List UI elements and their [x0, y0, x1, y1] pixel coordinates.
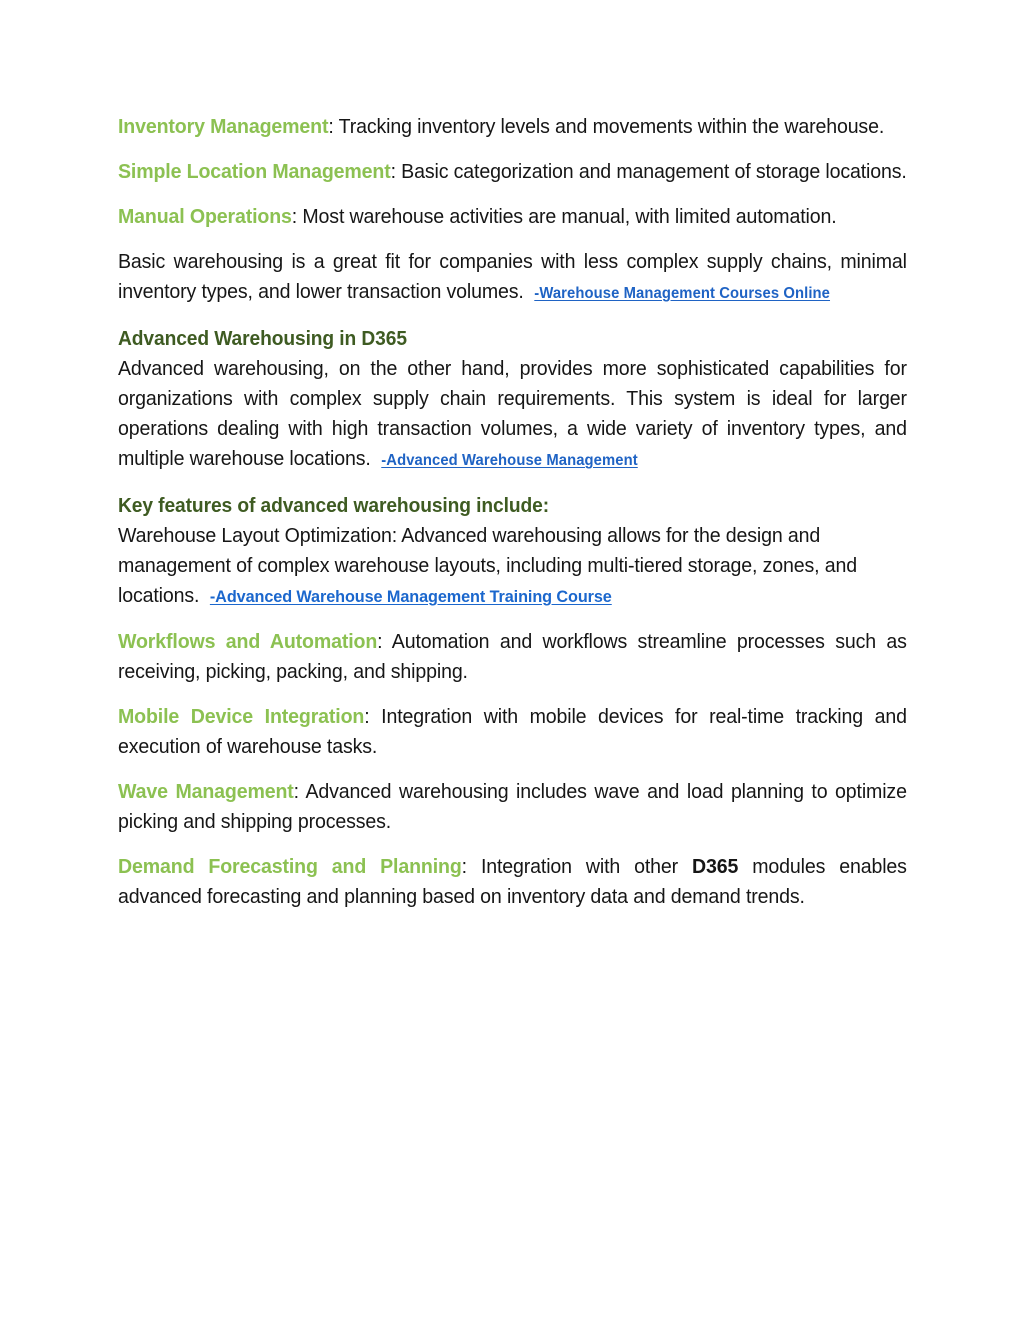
lead-in-inventory-management: Inventory Management — [118, 115, 329, 138]
lead-in-simple-location-management: Simple Location Management — [118, 160, 391, 183]
paragraph-manual-operations: Manual Operations: Most warehouse activi… — [118, 202, 907, 232]
link-advanced-warehouse-management[interactable]: -Advanced Warehouse Management — [381, 452, 637, 469]
separator-mobile-device-integration: : — [364, 705, 382, 728]
document-body: Inventory Management: Tracking inventory… — [118, 112, 907, 927]
spacer-before-link-advanced-warehouse-management — [371, 447, 382, 470]
paragraph-workflows-and-automation: Workflows and Automation: Automation and… — [118, 627, 907, 687]
heading-advanced-warehousing-in-d365: Advanced Warehousing in D365 — [118, 328, 407, 350]
separator-manual-operations: : — [291, 205, 303, 228]
spacer-before-link-training-course — [199, 584, 210, 607]
paragraph-advanced-warehousing-intro: Advanced warehousing, on the other hand,… — [118, 354, 907, 476]
body-demand-forecasting-before: Integration with other — [480, 855, 693, 878]
lead-in-mobile-device-integration: Mobile Device Integration — [118, 705, 365, 728]
body-manual-operations: Most warehouse activities are manual, wi… — [302, 205, 837, 228]
bold-term-d365: D365 — [692, 855, 739, 878]
heading-key-features: Key features of advanced warehousing inc… — [118, 495, 549, 517]
paragraph-simple-location-management: Simple Location Management: Basic catego… — [118, 157, 907, 187]
paragraph-demand-forecasting-and-planning: Demand Forecasting and Planning: Integra… — [118, 852, 907, 912]
separator-simple-location-management: : — [390, 160, 402, 183]
paragraph-mobile-device-integration: Mobile Device Integration: Integration w… — [118, 702, 907, 762]
separator-demand-forecasting-and-planning: : — [461, 855, 481, 878]
lead-in-manual-operations: Manual Operations — [118, 205, 292, 228]
paragraph-inventory-management: Inventory Management: Tracking inventory… — [118, 112, 907, 142]
spacer-before-link-warehouse-courses — [524, 280, 535, 303]
body-simple-location-management: Basic categorization and management of s… — [401, 160, 907, 183]
lead-in-wave-management: Wave Management — [118, 780, 294, 803]
lead-in-workflows-and-automation: Workflows and Automation — [118, 630, 378, 653]
separator-workflows-and-automation: : — [377, 630, 392, 653]
body-inventory-management: Tracking inventory levels and movements … — [338, 115, 885, 138]
paragraph-wave-management: Wave Management: Advanced warehousing in… — [118, 777, 907, 837]
paragraph-warehouse-layout-optimization: Warehouse Layout Optimization: Advanced … — [118, 521, 907, 612]
document-page: Inventory Management: Tracking inventory… — [0, 0, 1024, 1325]
lead-in-demand-forecasting-and-planning: Demand Forecasting and Planning — [118, 855, 462, 878]
paragraph-basic-warehousing-fit: Basic warehousing is a great fit for com… — [118, 247, 907, 309]
link-advanced-warehouse-management-training-course[interactable]: -Advanced Warehouse Management Training … — [210, 587, 612, 606]
separator-wave-management: : — [293, 780, 306, 803]
separator-inventory-management: : — [328, 115, 339, 138]
link-warehouse-management-courses-online[interactable]: -Warehouse Management Courses Online — [534, 285, 830, 302]
